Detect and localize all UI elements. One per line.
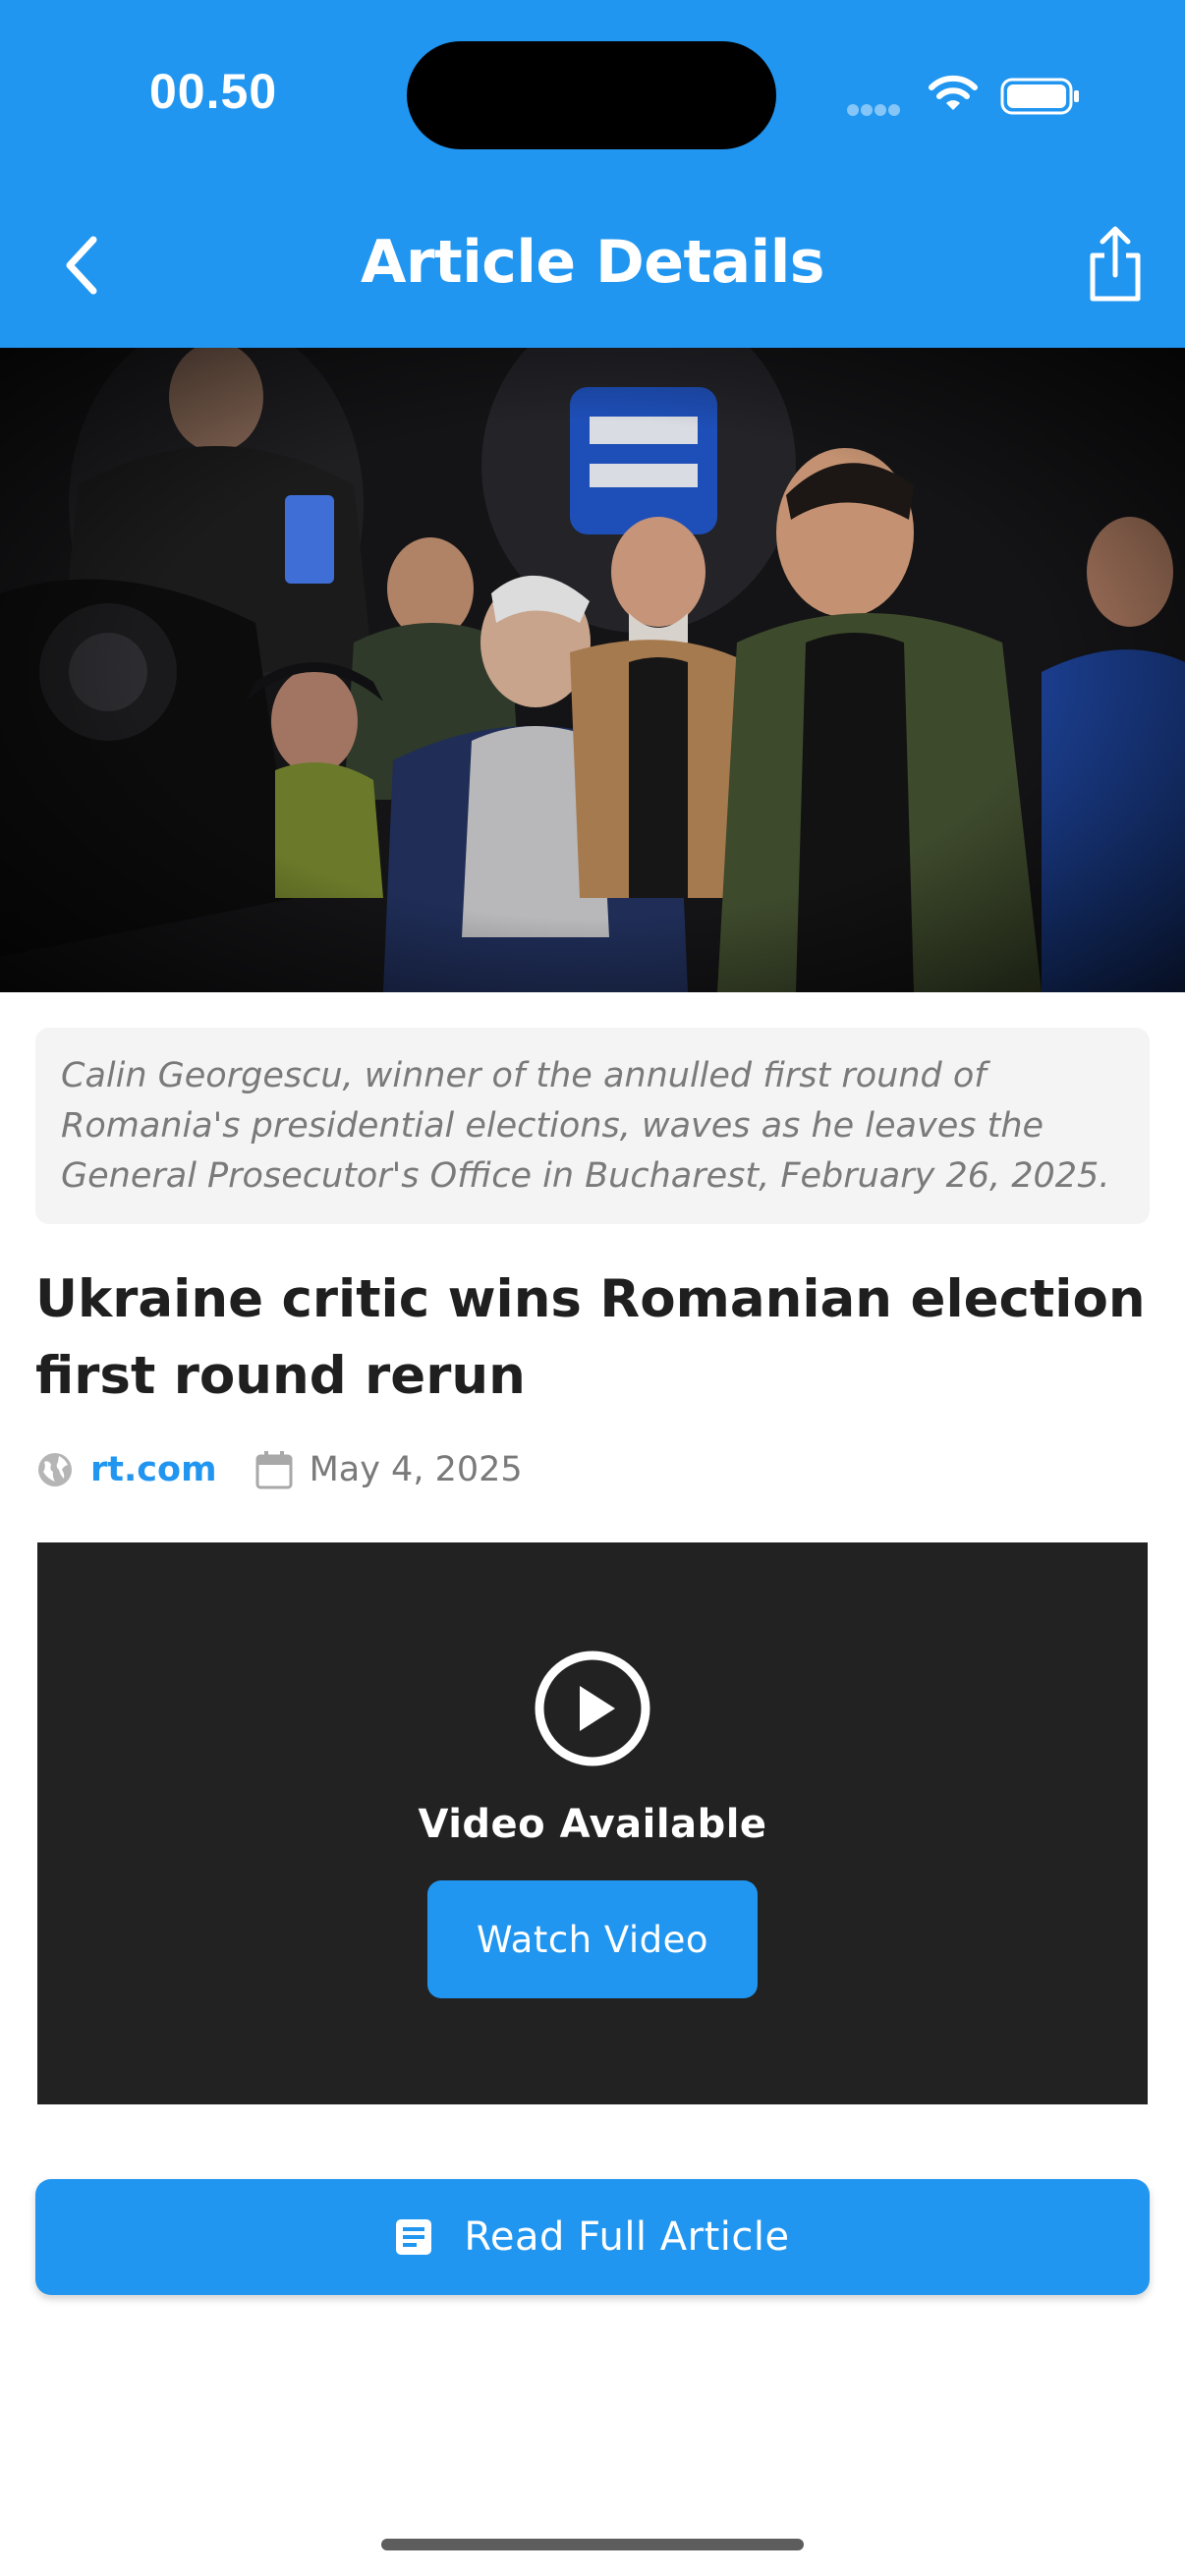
battery-icon xyxy=(1000,78,1079,115)
globe-icon xyxy=(38,1453,72,1486)
page-title: Article Details xyxy=(360,228,825,297)
share-icon xyxy=(1090,226,1141,302)
read-full-article-label: Read Full Article xyxy=(464,2214,790,2260)
caption-line: Romania's presidential elections, waves … xyxy=(61,1106,1044,1146)
article-meta: rt.com May 4, 2025 xyxy=(35,1444,523,1495)
home-indicator[interactable] xyxy=(381,2539,804,2550)
play-circle-icon[interactable] xyxy=(533,1649,652,1768)
dynamic-island xyxy=(407,41,776,149)
watch-video-button[interactable]: Watch Video xyxy=(427,1880,758,1998)
article-hero-image xyxy=(0,348,1185,992)
wifi-icon xyxy=(929,75,978,110)
video-available-label: Video Available xyxy=(418,1802,767,1847)
article-icon xyxy=(396,2219,432,2255)
image-caption: Calin Georgescu, winner of the annulled … xyxy=(35,1028,1150,1224)
caption-line: General Prosecutor's Office in Bucharest… xyxy=(61,1156,1110,1196)
article-title-line: first round rerun xyxy=(35,1346,526,1406)
app-bar: 00.50 Article Details xyxy=(0,0,1185,348)
share-button[interactable] xyxy=(1081,222,1150,307)
article-source-link[interactable]: rt.com xyxy=(90,1450,217,1489)
article-title: Ukraine critic wins Romanian election fi… xyxy=(35,1261,1150,1415)
calendar-icon xyxy=(255,1451,293,1489)
read-full-article-button[interactable]: Read Full Article xyxy=(35,2179,1150,2295)
news-photo xyxy=(0,348,1185,992)
status-time: 00.50 xyxy=(149,64,278,119)
article-title-line: Ukraine critic wins Romanian election xyxy=(35,1269,1146,1329)
image-caption-text: Calin Georgescu, winner of the annulled … xyxy=(61,1051,1124,1202)
caption-line: Calin Georgescu, winner of the annulled … xyxy=(61,1056,987,1095)
article-date: May 4, 2025 xyxy=(309,1450,523,1489)
